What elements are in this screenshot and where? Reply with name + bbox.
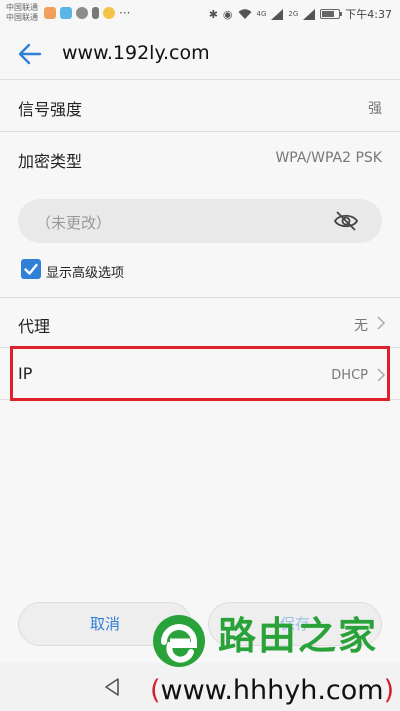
sim-icon [92,7,99,19]
signal-icon [271,8,284,20]
signal-strength-row: 信号强度 强 [0,80,400,132]
app-notification-icon [44,7,56,19]
back-arrow-icon[interactable] [16,41,44,67]
app-notification-icon [60,7,72,19]
network-type-label: 4G [256,10,267,18]
signal-strength-value: 强 [368,101,382,117]
wechat-icon [76,7,88,19]
nav-back-icon[interactable] [103,677,121,697]
show-advanced-checkbox[interactable] [21,259,41,279]
ip-highlight-box [10,346,390,401]
carrier-2: 中国联通 [6,13,38,22]
watermark-title: 路由之家 [218,614,379,658]
checkmark-icon [24,263,38,275]
status-bar: 中国联通 中国联通 ··· ✱ ◉ 4G 2G 下午4:37 [0,0,400,28]
eye-comfort-icon: ◉ [222,7,233,21]
chevron-right-icon [377,316,386,330]
weibo-icon [103,7,115,19]
watermark-url: (www.hhhyh.com) [150,675,395,706]
hide-password-icon[interactable] [333,209,359,233]
app-bar: www.192ly.com [0,28,400,80]
watermark-url-text: www.hhhyh.com [160,675,384,706]
security-value: WPA/WPA2 PSK [275,150,382,166]
status-icons: ✱ ◉ 4G 2G 下午4:37 [209,6,392,22]
proxy-row[interactable]: 代理 无 [0,298,400,348]
page-title: www.192ly.com [62,42,210,64]
notification-icons: ··· [44,7,131,19]
proxy-value: 无 [354,318,368,334]
battery-icon [320,9,343,19]
clock: 下午4:37 [345,8,392,21]
signal-strength-label: 信号强度 [18,100,83,119]
carrier-1: 中国联通 [6,3,38,12]
wifi-icon [238,8,252,19]
signal-icon [303,8,316,20]
more-notifications-icon: ··· [119,6,131,20]
carrier-labels: 中国联通 中国联通 [6,3,38,23]
network-type-label: 2G [288,10,299,18]
password-placeholder: （未更改） [36,214,112,232]
watermark-logo [153,615,205,667]
security-row: 加密类型 WPA/WPA2 PSK [0,132,400,184]
proxy-label: 代理 [18,317,51,336]
show-advanced-label: 显示高级选项 [46,266,125,281]
bluetooth-icon: ✱ [208,7,218,21]
security-label: 加密类型 [18,152,83,171]
